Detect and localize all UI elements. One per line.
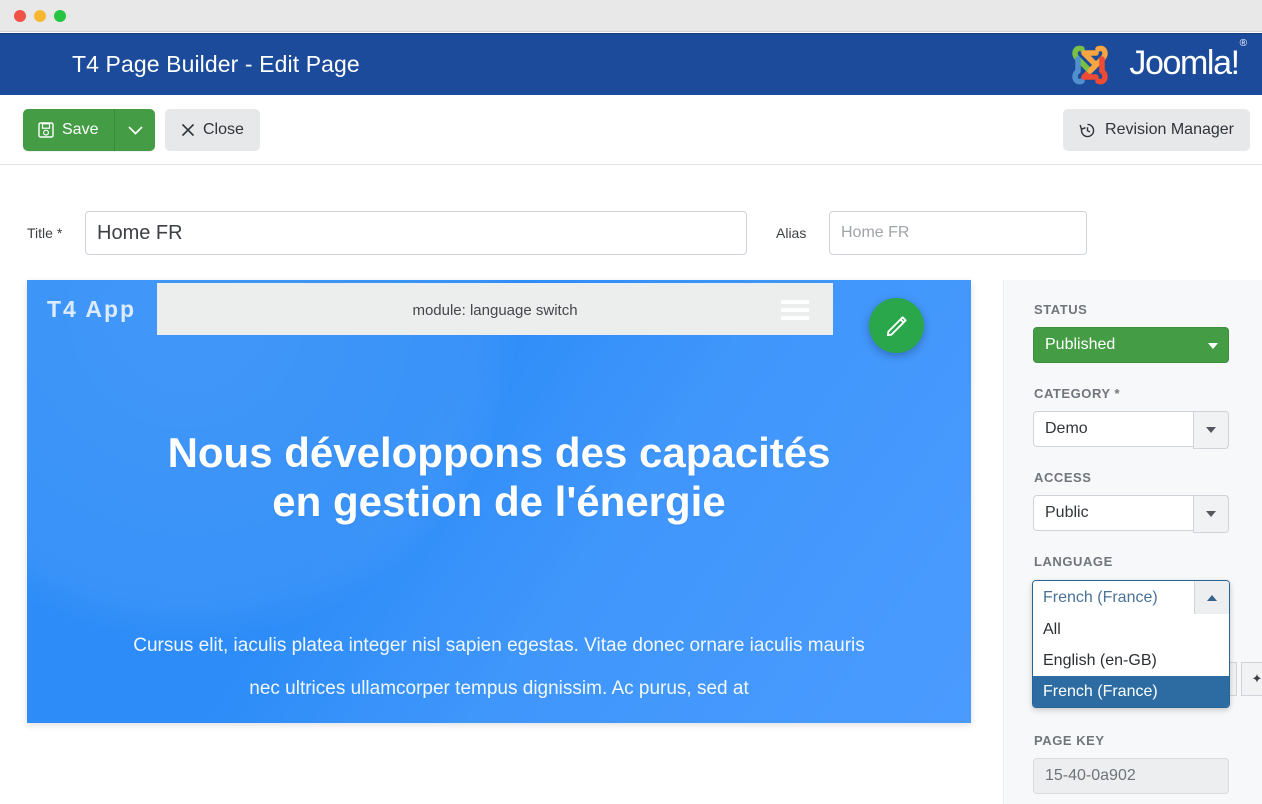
history-clock-icon xyxy=(1079,123,1095,137)
revision-manager-button[interactable]: Revision Manager xyxy=(1063,109,1250,151)
attributes-sidebar: STATUS Published CATEGORY * Demo ACCESS … xyxy=(1003,280,1262,804)
status-select[interactable]: Published xyxy=(1033,327,1229,363)
access-label: ACCESS xyxy=(1034,470,1092,485)
language-option-english[interactable]: English (en-GB) xyxy=(1033,645,1229,676)
joomla-wordmark-text: Joomla! xyxy=(1129,44,1240,82)
page-key-label: PAGE KEY xyxy=(1034,733,1105,748)
hero-section: T4 App module: language switch Nous déve… xyxy=(27,280,971,723)
hamburger-menu-icon[interactable] xyxy=(781,300,809,320)
edit-section-button[interactable] xyxy=(869,298,924,353)
revision-manager-label: Revision Manager xyxy=(1105,121,1234,138)
save-dropdown-button[interactable] xyxy=(115,109,156,151)
save-button-label: Save xyxy=(62,121,99,138)
language-select-value[interactable]: French (France) xyxy=(1033,581,1229,614)
joomla-brand: Joomla!® xyxy=(1061,38,1247,90)
language-option-french[interactable]: French (France) xyxy=(1033,676,1229,707)
page-key-input[interactable]: 15-40-0a902 xyxy=(1033,758,1229,794)
x-icon xyxy=(181,123,195,137)
minimize-window-button[interactable] xyxy=(34,10,46,22)
close-button-label: Close xyxy=(203,121,244,138)
title-input[interactable]: Home FR xyxy=(85,211,747,255)
chevron-down-icon xyxy=(1193,495,1229,533)
window-titlebar xyxy=(0,0,1262,32)
zoom-window-button[interactable] xyxy=(54,10,66,22)
floppy-disk-icon xyxy=(38,122,54,138)
field-action-button-2[interactable]: ✦ xyxy=(1241,662,1262,696)
site-brand-logo: T4 App xyxy=(47,296,137,322)
registered-mark: ® xyxy=(1239,37,1247,49)
hero-paragraph: Cursus elit, iaculis platea integer nisl… xyxy=(133,635,865,699)
language-value: French (France) xyxy=(1043,589,1158,606)
language-select[interactable]: French (France) All English (en-GB) Fren… xyxy=(1032,580,1230,708)
status-label: STATUS xyxy=(1034,302,1088,317)
chevron-down-icon xyxy=(128,125,143,135)
category-select[interactable]: Demo xyxy=(1033,411,1229,449)
alias-field-label: Alias xyxy=(776,225,807,241)
page-title: T4 Page Builder - Edit Page xyxy=(72,51,360,77)
access-select[interactable]: Public xyxy=(1033,495,1229,533)
preview-navbar: module: language switch xyxy=(157,283,833,335)
category-label: CATEGORY * xyxy=(1034,386,1121,401)
hero-heading: Nous développons des capacités en gestio… xyxy=(167,429,831,525)
chevron-up-icon[interactable] xyxy=(1194,581,1229,614)
save-button-group: Save xyxy=(23,109,156,151)
access-value: Public xyxy=(1045,504,1089,521)
module-placeholder-label: module: language switch xyxy=(412,302,578,319)
joomla-logo-icon xyxy=(1072,45,1109,85)
save-button[interactable]: Save xyxy=(23,109,116,151)
editor-toolbar: Save Close Revision Manager xyxy=(0,95,1262,165)
app-header: T4 Page Builder - Edit Page Joomla!® xyxy=(0,33,1262,96)
close-window-button[interactable] xyxy=(14,10,26,22)
alias-input[interactable]: Home FR xyxy=(829,211,1087,255)
close-button[interactable]: Close xyxy=(165,109,260,151)
joomla-wordmark: Joomla!® xyxy=(1129,38,1247,82)
title-field-label: Title * xyxy=(27,225,63,241)
status-value: Published xyxy=(1045,336,1116,353)
page-preview: T4 App module: language switch Nous déve… xyxy=(27,280,971,723)
language-option-all[interactable]: All xyxy=(1033,614,1229,645)
language-label: LANGUAGE xyxy=(1034,554,1113,569)
chevron-down-icon xyxy=(1208,328,1218,362)
pencil-icon xyxy=(886,315,907,336)
app-window: T4 Page Builder - Edit Page Joomla!® Sav… xyxy=(0,0,1262,804)
chevron-down-icon xyxy=(1193,411,1229,449)
window-controls xyxy=(14,10,66,22)
category-value: Demo xyxy=(1045,420,1088,437)
